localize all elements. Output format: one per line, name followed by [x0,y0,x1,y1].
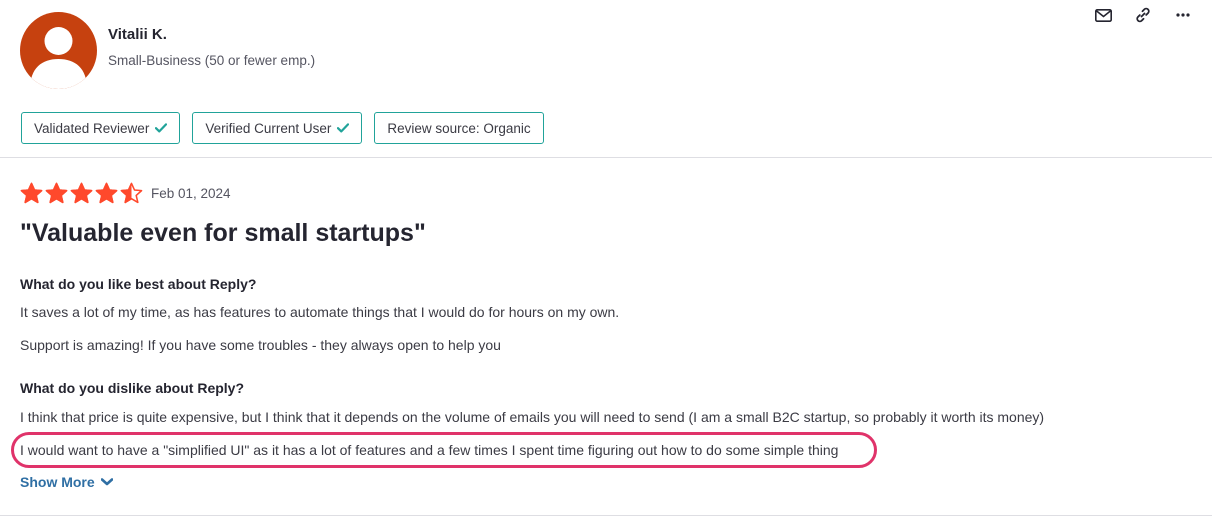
mail-icon[interactable] [1094,6,1112,24]
badge-review-source: Review source: Organic [374,112,544,144]
star-full-icon [20,182,43,204]
highlight-annotation [11,432,877,468]
review-title: "Valuable even for small startups" [20,219,426,247]
section-divider [0,157,1212,158]
badge-label: Review source: Organic [387,120,531,136]
star-full-icon [70,182,93,204]
answer-paragraph: It saves a lot of my time, as has featur… [20,304,620,320]
link-icon[interactable] [1134,6,1152,24]
review-actions [1094,6,1192,24]
badge-label: Validated Reviewer [34,120,150,136]
check-icon [155,123,168,133]
star-full-icon [45,182,68,204]
star-full-icon [95,182,118,204]
bottom-divider [0,515,1212,516]
badge-verified-current-user: Verified Current User [192,112,363,144]
review-date: Feb 01, 2024 [151,186,231,201]
answer-paragraph: Support is amazing! If you have some tro… [20,337,501,353]
question-heading-dislike: What do you dislike about Reply? [20,380,245,396]
answer-paragraph: I think that price is quite expensive, b… [20,409,1045,425]
question-heading-like: What do you like best about Reply? [20,276,257,292]
rating-row: Feb 01, 2024 [20,182,231,205]
chevron-down-icon [100,478,113,486]
show-more-link[interactable]: Show More [20,474,113,490]
user-silhouette-icon [30,27,87,89]
check-icon [337,123,350,133]
reviewer-segment: Small-Business (50 or fewer emp.) [108,53,316,68]
more-icon[interactable] [1174,6,1192,24]
show-more-label: Show More [20,474,95,490]
star-half-icon [120,182,143,204]
reviewer-name[interactable]: Vitalii K. [108,26,167,43]
avatar [20,12,97,89]
reviewer-badges: Validated Reviewer Verified Current User… [21,112,544,144]
badge-label: Verified Current User [205,120,332,136]
star-rating [20,182,143,205]
badge-validated-reviewer: Validated Reviewer [21,112,181,144]
review-card: Vitalii K. Small-Business (50 or fewer e… [0,0,1212,519]
